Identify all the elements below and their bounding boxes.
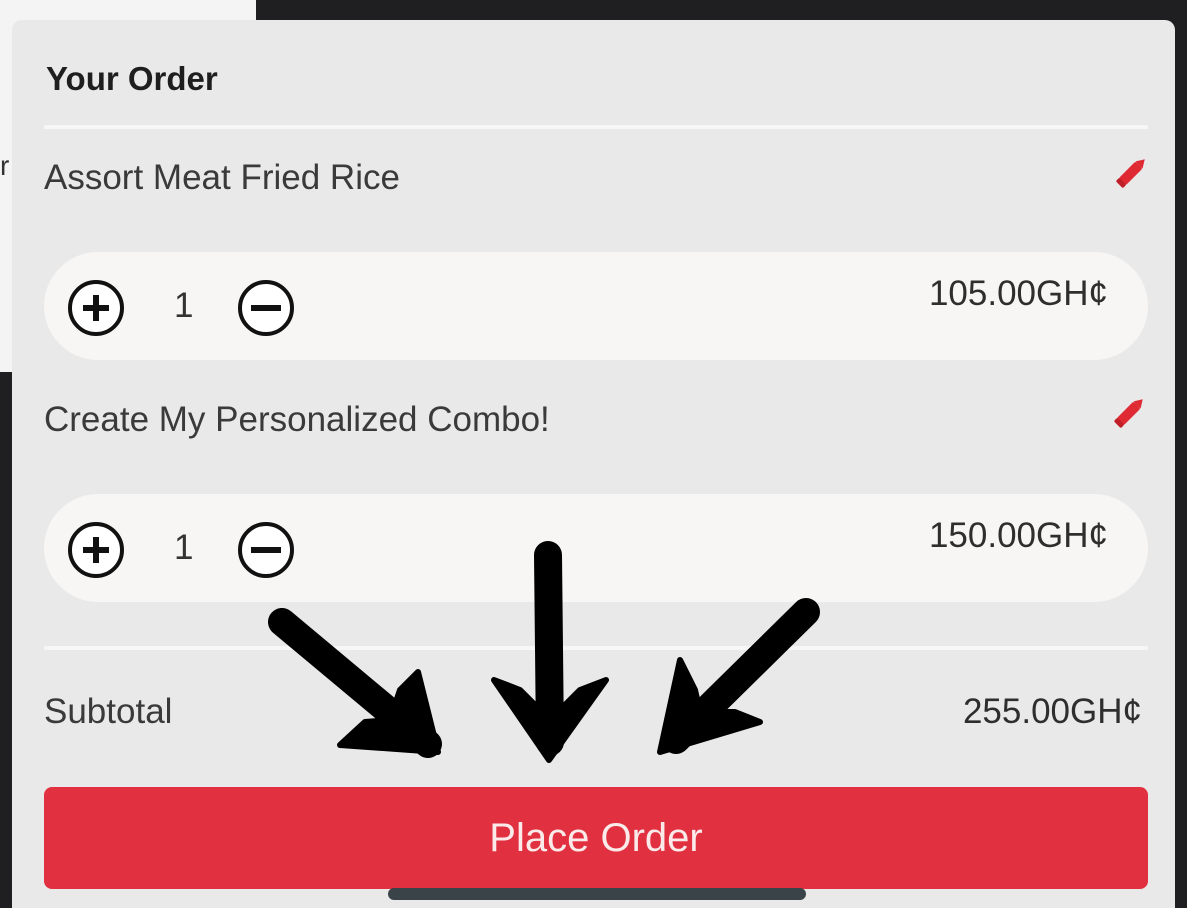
order-title: Your Order [46, 60, 218, 97]
pencil-icon[interactable] [1108, 390, 1152, 434]
quantity-row: 1 150.00GH¢ [44, 494, 1148, 602]
minus-circle-icon[interactable] [236, 520, 296, 580]
plus-circle-icon[interactable] [66, 278, 126, 338]
pencil-icon[interactable] [1110, 150, 1154, 194]
home-indicator [388, 888, 806, 900]
divider [44, 646, 1148, 650]
background-text-fragment: r [0, 150, 10, 181]
item-price: 105.00GH¢ [928, 274, 1108, 313]
quantity-value: 1 [174, 528, 194, 567]
place-order-button[interactable]: Place Order [44, 787, 1148, 889]
plus-circle-icon[interactable] [66, 520, 126, 580]
item-name: Assort Meat Fried Rice [44, 158, 400, 197]
subtotal-value: 255.00GH¢ [962, 692, 1142, 731]
item-name: Create My Personalized Combo! [44, 400, 550, 439]
quantity-value: 1 [174, 286, 194, 325]
order-panel [12, 20, 1175, 908]
minus-circle-icon[interactable] [236, 278, 296, 338]
quantity-row: 1 105.00GH¢ [44, 252, 1148, 360]
item-price: 150.00GH¢ [928, 516, 1108, 555]
divider [44, 125, 1148, 129]
subtotal-label: Subtotal [44, 692, 173, 731]
